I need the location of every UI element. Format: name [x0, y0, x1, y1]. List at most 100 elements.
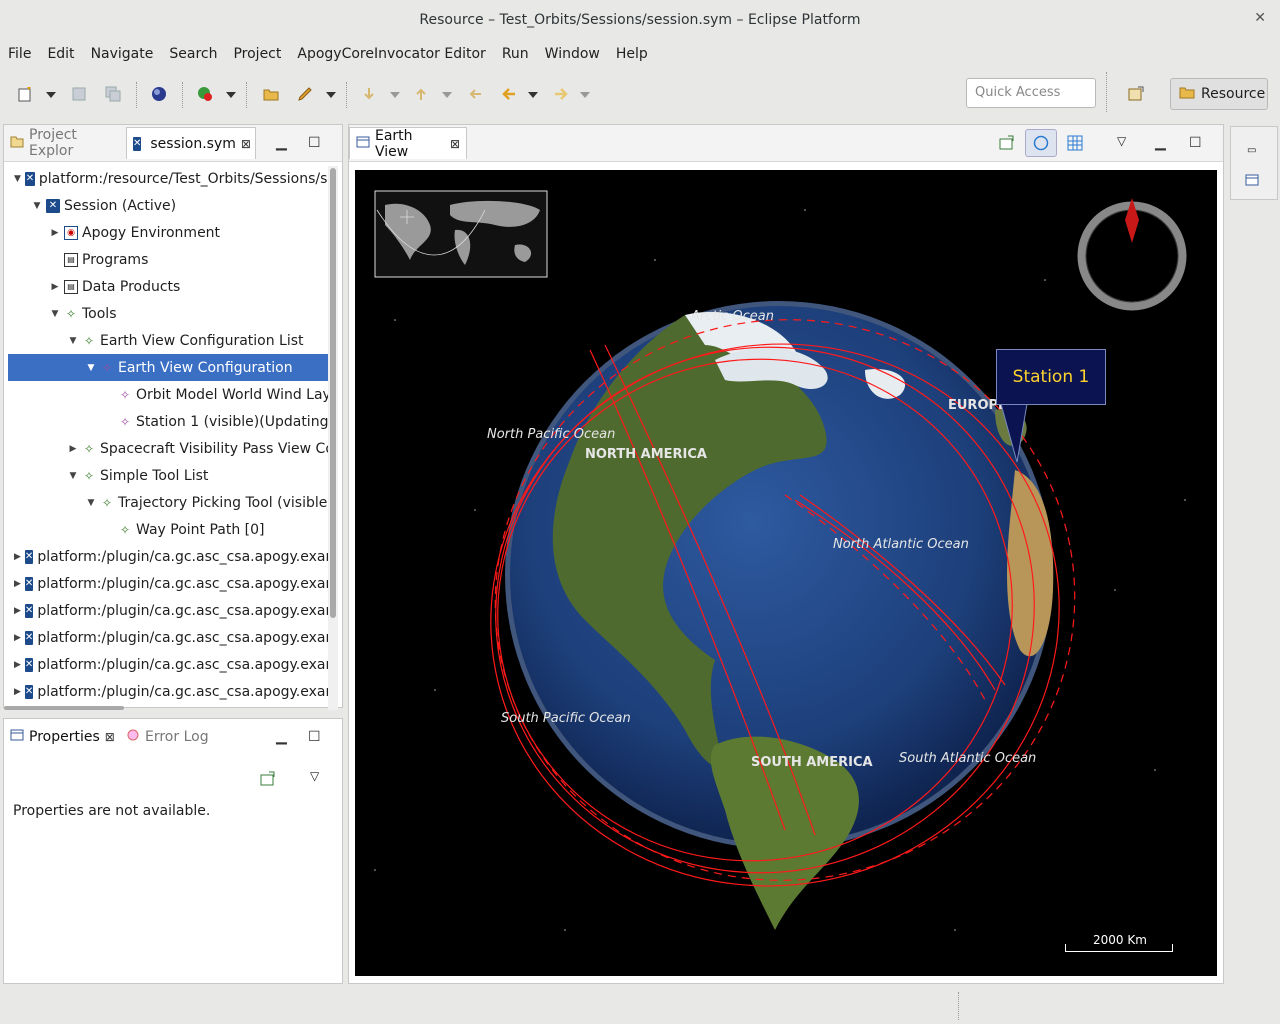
tree-item[interactable]: ▼ ✕ platform:/resource/Test_Orbits/Session… — [8, 165, 330, 192]
tab-session-sym[interactable]: ✕ session.sym ⊠ — [126, 127, 256, 159]
flat-map-icon[interactable] — [1067, 135, 1083, 155]
maximize-icon[interactable]: ☐ — [308, 135, 321, 151]
tree-item[interactable]: ▶ ▤ Data Products — [8, 273, 330, 300]
tree-item[interactable]: ▶ ✕ platform:/plugin/ca.gc.asc_csa.apogy.e… — [8, 570, 330, 597]
forward-icon[interactable] — [552, 86, 570, 102]
back-icon[interactable] — [500, 86, 518, 102]
globe-scene[interactable]: Arctic Ocean EUROPE North Pacific Ocean … — [355, 170, 1217, 976]
tab-properties[interactable]: Properties ⊠ — [4, 721, 120, 753]
tree-item[interactable]: ▶ ✕ platform:/plugin/ca.gc.asc_csa.apogy.e… — [8, 624, 330, 651]
expand-arrow-icon[interactable]: ▶ — [14, 660, 21, 670]
view-menu-icon[interactable]: ▽ — [310, 769, 319, 783]
scrollbar-thumb[interactable] — [330, 168, 336, 618]
new-dropdown-icon[interactable] — [46, 92, 56, 98]
collapse-arrow-icon[interactable]: ▼ — [68, 336, 78, 346]
tab-earth-view[interactable]: Earth View ⊠ — [349, 127, 467, 160]
expand-arrow-icon[interactable]: ▶ — [14, 633, 21, 643]
tree-item[interactable]: ✧ Orbit Model World Wind Layer — [8, 381, 330, 408]
expand-arrow-icon[interactable]: ▶ — [14, 687, 21, 697]
new-icon[interactable] — [16, 86, 34, 102]
menu-window[interactable]: Window — [537, 46, 608, 62]
pen-icon[interactable] — [296, 86, 314, 102]
collapse-arrow-icon[interactable]: ▼ — [68, 471, 78, 481]
window-close-icon[interactable]: ✕ — [1254, 10, 1266, 26]
quick-access-input[interactable]: Quick Access — [966, 78, 1096, 108]
tree-item[interactable]: ▶ ✕ platform:/plugin/ca.gc.asc_csa.apogy.e… — [8, 543, 330, 570]
station-1-label[interactable]: Station 1 — [996, 349, 1106, 405]
maximize-icon[interactable]: ☐ — [1189, 135, 1202, 151]
tree-item[interactable]: ▶ ✕ platform:/plugin/ca.gc.asc_csa.apogy.e… — [8, 651, 330, 678]
pin-view-icon[interactable] — [999, 135, 1015, 155]
world-map-inset[interactable] — [374, 190, 548, 278]
tree-item[interactable]: ▼ ✧ Tools — [8, 300, 330, 327]
pin-view-icon[interactable] — [260, 771, 276, 791]
next-annotation-icon[interactable] — [360, 86, 378, 102]
open-perspective-icon[interactable] — [1128, 86, 1144, 106]
last-edit-icon[interactable] — [466, 86, 484, 102]
collapse-arrow-icon[interactable]: ▼ — [32, 201, 42, 211]
collapse-arrow-icon[interactable]: ▼ — [86, 498, 96, 508]
maximize-icon[interactable]: ☐ — [308, 729, 321, 745]
earth-view-canvas[interactable]: Arctic Ocean EUROPE North Pacific Ocean … — [355, 170, 1217, 976]
prev-annotation-icon[interactable] — [412, 86, 430, 102]
session-model-icon: ✕ — [24, 630, 34, 645]
tree-item[interactable]: ✧ Station 1 (visible)(Updating) — [8, 408, 330, 435]
menu-search[interactable]: Search — [161, 46, 225, 62]
tree-item[interactable]: ✧ Way Point Path [0] — [8, 516, 330, 543]
minimize-icon[interactable]: ▁ — [1155, 135, 1166, 151]
minimize-icon[interactable]: ▁ — [276, 729, 287, 745]
menu-file[interactable]: File — [0, 46, 39, 62]
menu-project[interactable]: Project — [225, 46, 289, 62]
run-icon[interactable] — [196, 86, 214, 102]
resource-perspective-button[interactable]: Resource — [1170, 78, 1268, 110]
tab-close-icon[interactable]: ⊠ — [241, 137, 251, 151]
minimize-icon[interactable]: ▁ — [276, 135, 287, 151]
tree-item[interactable]: ▶ ✧ Spacecraft Visibility Pass View Cont — [8, 435, 330, 462]
collapse-arrow-icon[interactable]: ▼ — [14, 174, 21, 184]
tree-item[interactable]: ▤ Programs — [8, 246, 330, 273]
restore-icon[interactable]: ▭ — [1247, 145, 1256, 156]
compass-icon[interactable] — [1077, 198, 1187, 311]
collapse-arrow-icon[interactable]: ▼ — [50, 309, 60, 319]
menu-edit[interactable]: Edit — [39, 46, 82, 62]
tree-horizontal-scrollbar[interactable] — [4, 704, 324, 712]
menu-navigate[interactable]: Navigate — [83, 46, 162, 62]
expand-arrow-icon[interactable]: ▶ — [50, 228, 60, 238]
forward-dropdown-icon[interactable] — [580, 92, 590, 98]
expand-arrow-icon[interactable]: ▶ — [68, 444, 78, 454]
open-folder-icon[interactable] — [262, 86, 280, 102]
expand-arrow-icon[interactable]: ▶ — [14, 606, 21, 616]
collapse-arrow-icon[interactable]: ▼ — [86, 363, 96, 373]
tree-item[interactable]: ▼ ✕ Session (Active) — [8, 192, 330, 219]
view-menu-icon[interactable]: ▽ — [1117, 134, 1126, 148]
pen-dropdown-icon[interactable] — [326, 92, 336, 98]
tree-item[interactable]: ▶ ✕ platform:/plugin/ca.gc.asc_csa.apogy.e… — [8, 678, 330, 705]
next-dropdown-icon[interactable] — [390, 92, 400, 98]
save-all-icon[interactable] — [104, 86, 122, 102]
tab-close-icon[interactable]: ⊠ — [105, 730, 115, 744]
tree-item[interactable]: ▼ ✧ Earth View Configuration — [8, 354, 330, 381]
menu-run[interactable]: Run — [494, 46, 537, 62]
back-dropdown-icon[interactable] — [528, 92, 538, 98]
tree-item[interactable]: ▼ ✧ Earth View Configuration List — [8, 327, 330, 354]
tab-close-icon[interactable]: ⊠ — [450, 137, 460, 151]
menu-help[interactable]: Help — [608, 46, 656, 62]
menu-apogy-editor[interactable]: ApogyCoreInvocator Editor — [289, 46, 493, 62]
tree-item[interactable]: ▶ ✕ platform:/plugin/ca.gc.asc_csa.apogy.e… — [8, 597, 330, 624]
tab-project-explorer[interactable]: Project Explor — [4, 127, 126, 159]
expand-arrow-icon[interactable]: ▶ — [14, 579, 21, 589]
run-dropdown-icon[interactable] — [226, 92, 236, 98]
globe-mode-button[interactable] — [1025, 129, 1057, 157]
tab-error-log[interactable]: Error Log — [120, 721, 220, 753]
globe-icon[interactable] — [150, 86, 168, 102]
tree-item[interactable]: ▼ ✧ Simple Tool List — [8, 462, 330, 489]
scrollbar-thumb[interactable] — [4, 706, 124, 710]
expand-arrow-icon[interactable]: ▶ — [50, 282, 60, 292]
expand-arrow-icon[interactable]: ▶ — [14, 552, 21, 562]
tree-item[interactable]: ▼ ✧ Trajectory Picking Tool (visible, 0 — [8, 489, 330, 516]
tree-vertical-scrollbar[interactable] — [328, 166, 338, 710]
earth-view-trim-icon[interactable] — [1245, 173, 1259, 191]
save-icon[interactable] — [70, 86, 88, 102]
prev-dropdown-icon[interactable] — [442, 92, 452, 98]
tree-item[interactable]: ▶ ◉ Apogy Environment — [8, 219, 330, 246]
